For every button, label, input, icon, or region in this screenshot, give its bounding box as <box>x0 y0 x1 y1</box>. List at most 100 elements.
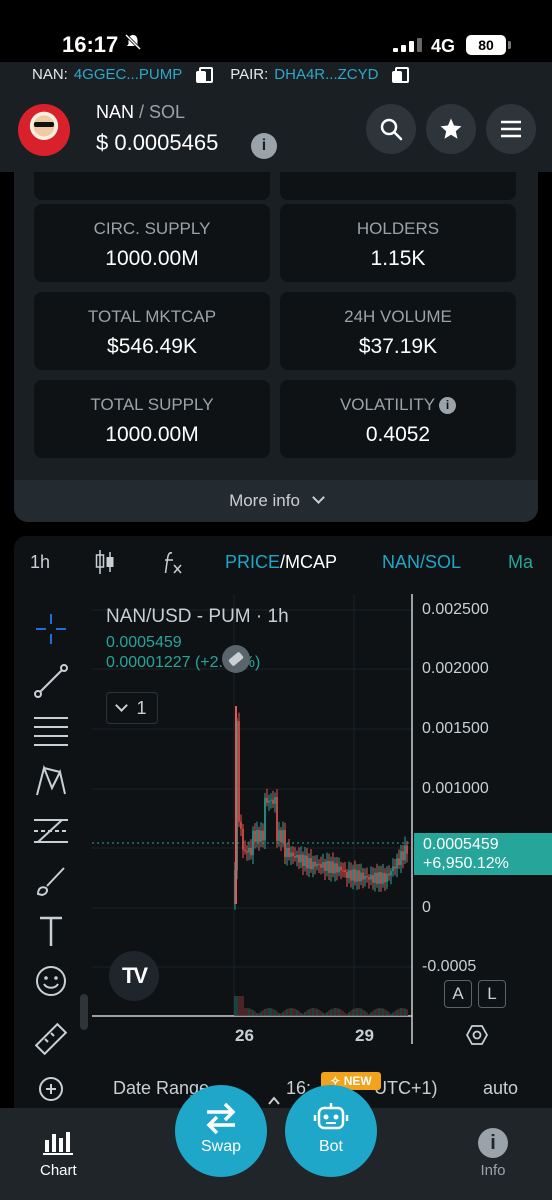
volume-bar <box>360 1008 362 1016</box>
hamburger-icon <box>501 120 521 138</box>
search-button[interactable] <box>366 104 416 154</box>
chart-title: NAN/USD - PUM · 1h <box>106 606 289 627</box>
volume-bar <box>258 1013 260 1016</box>
volume-bar <box>394 1010 396 1016</box>
timezone-label[interactable]: UTC+1) <box>374 1078 438 1099</box>
candle-body <box>348 870 350 878</box>
log-scale-button[interactable]: L <box>478 980 506 1008</box>
candle-body <box>298 854 300 863</box>
series-count-button[interactable]: 1 <box>106 692 158 724</box>
candle-body <box>312 861 314 870</box>
info-icon[interactable]: i <box>439 397 457 414</box>
volume-bar <box>240 996 242 1016</box>
more-info-button[interactable]: More info <box>14 480 538 522</box>
stat-value: 0.4052 <box>365 423 431 446</box>
candle-body <box>392 866 394 872</box>
candle-body <box>380 872 382 884</box>
info-icon: i <box>478 1128 508 1158</box>
candle-body <box>240 821 242 829</box>
candle-body <box>314 861 316 867</box>
volume-bar <box>390 1013 392 1016</box>
candle-body <box>362 872 364 880</box>
menu-button[interactable] <box>486 104 536 154</box>
volume-bar <box>344 1012 346 1016</box>
pair-address[interactable]: DHA4R...ZCYD <box>274 66 378 83</box>
candle-body <box>296 854 298 858</box>
stat-value: 1.15K <box>370 247 426 270</box>
volume-bar <box>350 1010 352 1016</box>
volume-bar <box>326 1012 328 1016</box>
candle-body <box>334 863 336 874</box>
volume-bars <box>234 996 408 1016</box>
volume-bar <box>252 1010 254 1016</box>
chart-settings-icon[interactable] <box>466 1024 488 1046</box>
auto-scale-button[interactable]: A <box>444 980 472 1008</box>
stat-label: VOLATILITY i <box>280 395 516 415</box>
candle-body <box>272 799 274 804</box>
volume-bar <box>320 1011 322 1016</box>
volume-bar <box>330 1009 332 1016</box>
volume-bar <box>372 1010 374 1016</box>
token-header: NAN: 4GGEC...PUMP PAIR: DHA4R...ZCYD NAN… <box>0 62 552 172</box>
bot-button[interactable]: Bot <box>285 1085 377 1177</box>
volume-bar <box>400 1008 402 1016</box>
candle-body <box>352 869 354 881</box>
volume-bar <box>244 1008 246 1016</box>
eraser-icon[interactable] <box>221 644 251 674</box>
volume-bar <box>406 1009 408 1016</box>
candle-body <box>274 796 276 804</box>
candle-body <box>288 847 290 857</box>
candle-body <box>346 872 348 878</box>
candle-body <box>376 872 378 884</box>
candle-body <box>388 873 390 876</box>
token-price: $ 0.0005465 <box>96 130 219 155</box>
volume-bar <box>376 1008 378 1016</box>
chevron-down-icon <box>312 491 325 504</box>
volume-bar <box>354 1008 356 1016</box>
volume-bar <box>298 1011 300 1016</box>
candle-body <box>282 830 284 842</box>
volume-bar <box>352 1009 354 1016</box>
volume-bar <box>242 996 244 1016</box>
candle-body <box>248 848 250 853</box>
candle-body <box>404 845 406 861</box>
volume-bar <box>384 1009 386 1016</box>
volume-bar <box>404 1008 406 1016</box>
candle-body <box>332 861 334 874</box>
chart-legend: NAN/USD - PUM · 1h 0.0005459 0.00001227 … <box>106 606 289 672</box>
auto-button[interactable]: auto <box>483 1078 518 1099</box>
tab-chart[interactable]: Chart <box>40 1128 77 1179</box>
stat-card-holders: HOLDERS 1.15K <box>280 204 516 282</box>
favorite-button[interactable] <box>426 104 476 154</box>
pair-name: NAN / SOL <box>96 102 185 123</box>
candle-body <box>384 872 386 883</box>
status-bar: 16:17 4G 80 <box>0 0 552 62</box>
volume-bar <box>272 1008 274 1016</box>
copy-icon[interactable] <box>196 66 214 83</box>
status-time: 16:17 <box>62 32 119 57</box>
volume-bar <box>392 1012 394 1016</box>
volume-bar <box>396 1009 398 1016</box>
search-icon <box>380 118 403 141</box>
stat-label-text: VOLATILITY <box>339 395 436 414</box>
info-icon[interactable]: i <box>251 133 277 159</box>
more-info-label: More info <box>229 491 300 510</box>
token-address[interactable]: 4GGEC...PUMP <box>74 66 182 83</box>
candle-body <box>238 721 240 822</box>
copy-icon[interactable] <box>392 66 410 83</box>
volume-bar <box>294 1008 296 1016</box>
tab-info[interactable]: i Info <box>478 1128 508 1179</box>
volume-bar <box>366 1012 368 1016</box>
candle-body <box>340 866 342 871</box>
candle-body <box>386 873 388 883</box>
chevron-down-icon <box>115 699 129 712</box>
y-tick: 0 <box>422 899 431 916</box>
tradingview-logo[interactable]: TV <box>109 951 159 1001</box>
volume-bar <box>336 1008 338 1016</box>
candle-body <box>372 874 374 883</box>
volume-bar <box>304 1011 306 1016</box>
bell-muted-icon <box>124 33 142 51</box>
volume-bar <box>234 996 236 1016</box>
swap-button[interactable]: Swap <box>175 1085 267 1177</box>
y-tick: 0.001500 <box>422 720 489 737</box>
